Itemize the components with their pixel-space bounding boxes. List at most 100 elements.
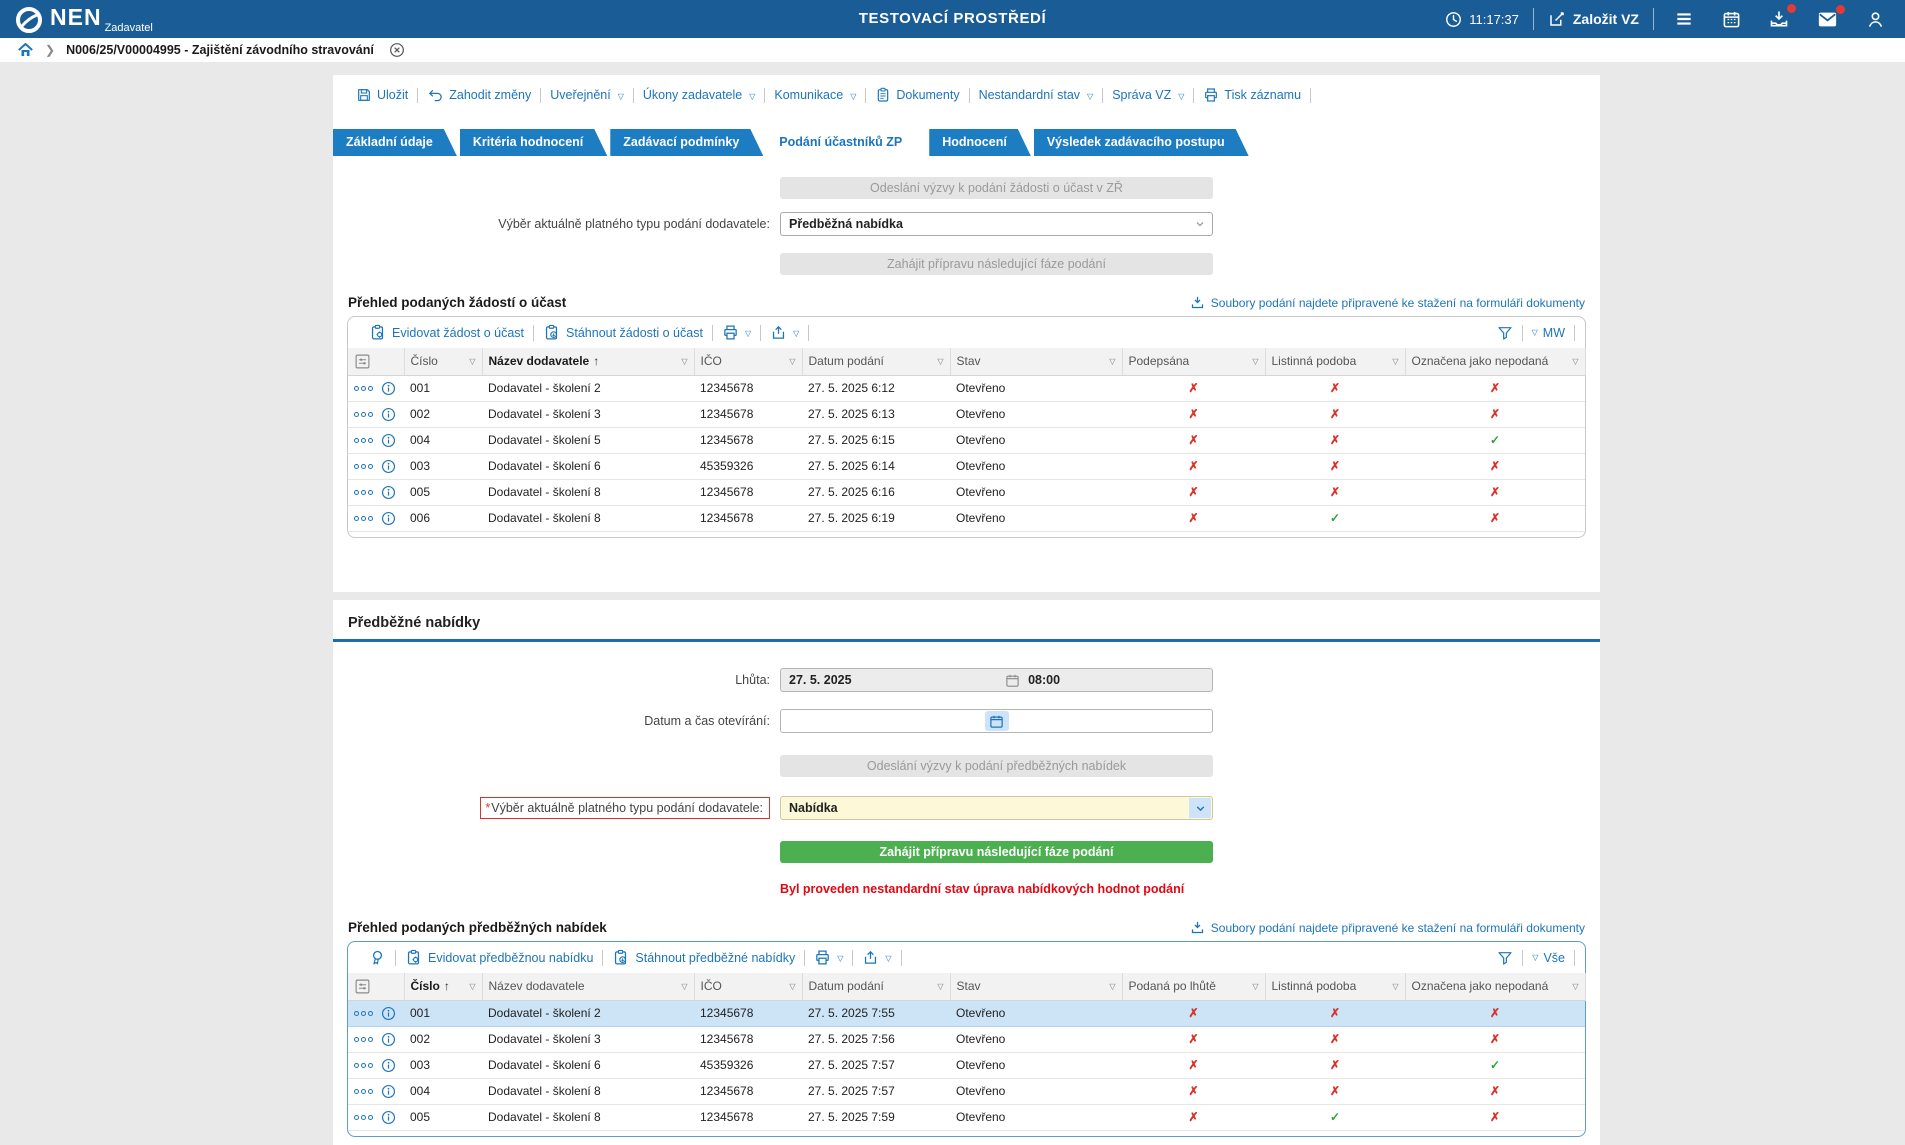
column-filter-icon[interactable]: ▽ (1392, 982, 1398, 991)
download-prelim-offers-button[interactable]: Stáhnout předběžné nabídky (603, 949, 804, 966)
column-header-podeps-na[interactable]: Podepsána▽ (1122, 348, 1265, 375)
info-icon[interactable] (381, 485, 396, 500)
filter-button[interactable] (1488, 950, 1522, 966)
row-menu-icon[interactable] (354, 412, 373, 417)
calendar-picker-button[interactable] (985, 711, 1009, 731)
column-header-n-zev-dodavatele[interactable]: Název dodavatele▽ (482, 973, 694, 1000)
info-icon[interactable] (381, 381, 396, 396)
requests-files-link[interactable]: Soubory podání najdete připravené ke sta… (1190, 295, 1585, 310)
table-row[interactable]: 003Dodavatel - školení 64535932627. 5. 2… (348, 1052, 1585, 1078)
tab-z-kladn-daje[interactable]: Základní údaje (333, 129, 457, 156)
table-row[interactable]: 001Dodavatel - školení 21234567827. 5. 2… (348, 1000, 1585, 1026)
row-menu-icon[interactable] (354, 1115, 373, 1120)
toolbar-item-tisk-z-znamu[interactable]: Tisk záznamu (1194, 87, 1310, 103)
opening-datetime-input[interactable] (789, 714, 989, 729)
column-filter-icon[interactable]: ▽ (937, 357, 943, 366)
register-request-button[interactable]: Evidovat žádost o účast (360, 324, 533, 341)
column-filter-icon[interactable]: ▽ (1109, 982, 1115, 991)
toolbar-item-kony-zadavatele[interactable]: Úkony zadavatele▽ (634, 88, 765, 102)
tab-v-sledek-zad-vac-ho-postupu[interactable]: Výsledek zadávacího postupu (1034, 129, 1249, 156)
close-record-icon[interactable] (389, 42, 405, 58)
row-menu-icon[interactable] (354, 438, 373, 443)
column-header-slo[interactable]: Číslo↑▽ (404, 973, 482, 1000)
column-header-ozna-ena-jako-nepodan[interactable]: Označena jako nepodaná▽ (1405, 348, 1585, 375)
table-row[interactable]: 005Dodavatel - školení 81234567827. 5. 2… (348, 479, 1585, 505)
column-header-listinn-podoba[interactable]: Listinná podoba▽ (1265, 973, 1405, 1000)
column-filter-icon[interactable]: ▽ (1392, 357, 1398, 366)
column-settings-header[interactable] (348, 348, 404, 375)
calendar-icon[interactable] (1716, 8, 1747, 31)
column-filter-icon[interactable]: ▽ (1252, 357, 1258, 366)
user-icon[interactable] (1860, 8, 1891, 31)
print-table-button[interactable]: ▽ (805, 949, 852, 966)
column-filter-icon[interactable]: ▽ (469, 357, 475, 366)
info-icon[interactable] (381, 1110, 396, 1125)
row-menu-icon[interactable] (354, 1011, 373, 1016)
menu-icon[interactable] (1668, 7, 1700, 31)
table-row[interactable]: 003Dodavatel - školení 64535932627. 5. 2… (348, 453, 1585, 479)
prelim-submission-type-select[interactable]: Nabídka (780, 796, 1213, 820)
download-requests-button[interactable]: Stáhnout žádosti o účast (534, 324, 712, 341)
toolbar-item-ulo-it[interactable]: Uložit (347, 87, 417, 103)
tab-krit-ria-hodnocen[interactable]: Kritéria hodnocení (460, 129, 607, 156)
filter-button[interactable] (1488, 325, 1522, 341)
column-filter-icon[interactable]: ▽ (681, 357, 687, 366)
info-icon[interactable] (381, 511, 396, 526)
messages-icon[interactable] (1811, 8, 1844, 31)
column-filter-icon[interactable]: ▽ (937, 982, 943, 991)
column-settings-header[interactable] (348, 973, 404, 1000)
export-table-button[interactable]: ▽ (853, 949, 900, 966)
table-row[interactable]: 004Dodavatel - školení 51234567827. 5. 2… (348, 427, 1585, 453)
register-prelim-offer-button[interactable]: Evidovat předběžnou nabídku (396, 949, 602, 966)
tab-hodnocen[interactable]: Hodnocení (929, 129, 1031, 156)
row-menu-icon[interactable] (354, 464, 373, 469)
column-filter-icon[interactable]: ▽ (681, 982, 687, 991)
column-filter-icon[interactable]: ▽ (789, 982, 795, 991)
send-participation-request-button[interactable]: Odeslání výzvy k podání žádosti o účast … (780, 177, 1213, 199)
column-header-listinn-podoba[interactable]: Listinná podoba▽ (1265, 348, 1405, 375)
submission-type-select[interactable]: Předběžná nabídka (780, 212, 1213, 236)
info-icon[interactable] (381, 433, 396, 448)
row-menu-icon[interactable] (354, 490, 373, 495)
offers-files-link[interactable]: Soubory podání najdete připravené ke sta… (1190, 920, 1585, 935)
row-menu-icon[interactable] (354, 386, 373, 391)
column-header-datum-pod-n[interactable]: Datum podání▽ (802, 348, 950, 375)
toolbar-item-zahodit-zm-ny[interactable]: Zahodit změny (418, 87, 540, 103)
row-menu-icon[interactable] (354, 1089, 373, 1094)
table-row[interactable]: 006Dodavatel - školení 81234567827. 5. 2… (348, 505, 1585, 531)
column-header-stav[interactable]: Stav▽ (950, 348, 1122, 375)
column-header-podan-po-lh-t[interactable]: Podaná po lhůtě▽ (1122, 973, 1265, 1000)
column-header-stav[interactable]: Stav▽ (950, 973, 1122, 1000)
table-row[interactable]: 001Dodavatel - školení 21234567827. 5. 2… (348, 375, 1585, 401)
home-icon[interactable] (17, 42, 34, 58)
info-icon[interactable] (381, 1006, 396, 1021)
export-table-button[interactable]: ▽ (761, 324, 808, 341)
toolbar-item-komunikace[interactable]: Komunikace▽ (765, 88, 865, 102)
row-menu-icon[interactable] (354, 1063, 373, 1068)
toolbar-item-uve-ejn-n[interactable]: Uveřejnění▽ (541, 88, 633, 102)
info-icon[interactable] (381, 1084, 396, 1099)
toolbar-item-dokumenty[interactable]: Dokumenty (866, 87, 968, 103)
view-selector[interactable]: ▽ Vše (1523, 951, 1574, 965)
table-row[interactable]: 002Dodavatel - školení 31234567827. 5. 2… (348, 401, 1585, 427)
row-menu-icon[interactable] (354, 516, 373, 521)
evaluate-offer-button[interactable] (360, 949, 395, 966)
view-selector[interactable]: ▽ MW (1523, 326, 1574, 340)
tab-pod-n-astn-k-zp[interactable]: Podání účastníků ZP (766, 129, 926, 156)
column-filter-icon[interactable]: ▽ (469, 982, 475, 991)
column-header-slo[interactable]: Číslo▽ (404, 348, 482, 375)
column-header-i-o[interactable]: IČO▽ (694, 348, 802, 375)
print-table-button[interactable]: ▽ (713, 324, 760, 341)
column-header-i-o[interactable]: IČO▽ (694, 973, 802, 1000)
start-next-phase-button[interactable]: Zahájit přípravu následující fáze podání (780, 253, 1213, 275)
toolbar-item-spr-va-vz[interactable]: Správa VZ▽ (1103, 88, 1193, 102)
info-icon[interactable] (381, 1058, 396, 1073)
send-prelim-offers-request-button[interactable]: Odeslání výzvy k podání předběžných nabí… (780, 755, 1213, 777)
row-menu-icon[interactable] (354, 1037, 373, 1042)
toolbar-item-nestandardn-stav[interactable]: Nestandardní stav▽ (970, 88, 1103, 102)
column-filter-icon[interactable]: ▽ (1572, 357, 1578, 366)
breadcrumb-item[interactable]: N006/25/V00004995 - Zajištění závodního … (66, 43, 374, 57)
tab-zad-vac-podm-nky[interactable]: Zadávací podmínky (610, 129, 763, 156)
create-vz-button[interactable]: Založit VZ (1548, 10, 1639, 28)
column-header-ozna-ena-jako-nepodan[interactable]: Označena jako nepodaná▽ (1405, 973, 1585, 1000)
